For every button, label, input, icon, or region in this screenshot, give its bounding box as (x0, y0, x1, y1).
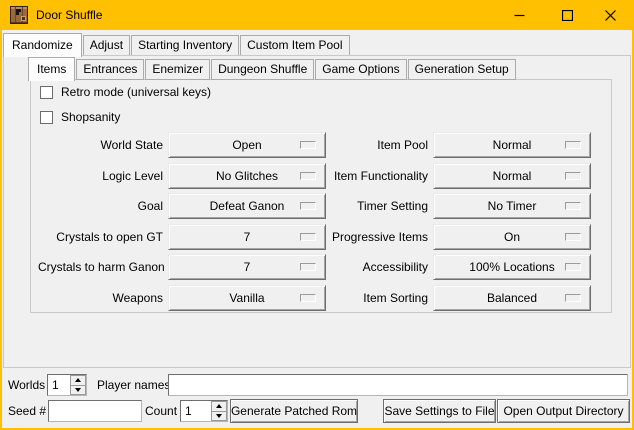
goal-value: Defeat Ganon (210, 199, 285, 213)
timer-setting-label: Timer Setting (302, 199, 428, 213)
retro-mode-row: Retro mode (universal keys) (40, 85, 211, 99)
dropdown-indicator-icon (565, 141, 581, 149)
timer-setting-dropdown[interactable]: No Timer (433, 193, 591, 219)
count-label: Count (145, 400, 177, 422)
door-icon (10, 6, 28, 24)
dropdown-indicator-icon (565, 294, 581, 302)
tab-generation-setup[interactable]: Generation Setup (408, 59, 516, 80)
sub-tab-bar: Items Entrances Enemizer Dungeon Shuffle… (28, 57, 517, 80)
shopsanity-checkbox[interactable] (40, 111, 53, 124)
tab-dungeon-shuffle[interactable]: Dungeon Shuffle (211, 59, 314, 80)
dropdown-indicator-icon (565, 263, 581, 271)
tab-entrances[interactable]: Entrances (76, 59, 144, 80)
item-functionality-value: Normal (493, 169, 532, 183)
seed-label: Seed # (8, 400, 46, 422)
item-functionality-label: Item Functionality (302, 169, 428, 183)
count-spin-arrows (211, 401, 227, 421)
seed-input[interactable] (48, 400, 142, 422)
spin-up-icon[interactable] (211, 401, 227, 412)
tab-starting-inventory[interactable]: Starting Inventory (131, 35, 239, 56)
close-button[interactable] (592, 0, 628, 30)
progressive-items-value: On (504, 230, 520, 244)
accessibility-value: 100% Locations (469, 260, 554, 274)
shopsanity-row: Shopsanity (40, 110, 120, 124)
main-tab-bar: Randomize Adjust Starting Inventory Cust… (3, 31, 351, 56)
player-names-label: Player names (97, 374, 170, 396)
minimize-button[interactable] (501, 0, 537, 30)
item-pool-value: Normal (493, 138, 532, 152)
goal-label: Goal (38, 199, 163, 213)
retro-mode-checkbox[interactable] (40, 86, 53, 99)
logic-level-value: No Glitches (216, 169, 278, 183)
worlds-spin-arrows (70, 375, 86, 395)
crystals-gt-value: 7 (244, 230, 251, 244)
world-state-value: Open (232, 138, 261, 152)
tab-randomize[interactable]: Randomize (3, 33, 82, 57)
window-title: Door Shuffle (36, 8, 103, 22)
save-settings-button[interactable]: Save Settings to File (383, 399, 496, 423)
close-icon (605, 10, 616, 21)
item-sorting-label: Item Sorting (302, 291, 428, 305)
worlds-spinbox[interactable]: 1 (47, 374, 87, 396)
item-pool-dropdown[interactable]: Normal (433, 132, 591, 158)
worlds-value: 1 (48, 375, 70, 395)
generate-patched-rom-button[interactable]: Generate Patched Rom (230, 399, 358, 423)
progressive-items-dropdown[interactable]: On (433, 224, 591, 250)
count-spinbox[interactable]: 1 (180, 400, 228, 422)
minimize-icon (514, 10, 525, 21)
crystals-ganon-label: Crystals to harm Ganon (38, 260, 163, 274)
tab-enemizer[interactable]: Enemizer (145, 59, 210, 80)
retro-mode-label: Retro mode (universal keys) (61, 85, 211, 99)
dropdown-indicator-icon (565, 233, 581, 241)
accessibility-dropdown[interactable]: 100% Locations (433, 254, 591, 280)
count-value: 1 (181, 401, 211, 421)
maximize-button[interactable] (549, 0, 585, 30)
maximize-icon (562, 10, 573, 21)
app-window: Door Shuffle Randomize Adjust Starting I… (0, 0, 634, 430)
spin-down-icon[interactable] (211, 412, 227, 422)
tab-custom-item-pool[interactable]: Custom Item Pool (240, 35, 349, 56)
accessibility-label: Accessibility (302, 260, 428, 274)
dropdown-indicator-icon (565, 202, 581, 210)
open-output-directory-button[interactable]: Open Output Directory (497, 399, 630, 423)
titlebar[interactable]: Door Shuffle (0, 0, 634, 30)
tab-adjust[interactable]: Adjust (83, 35, 130, 56)
weapons-value: Vanilla (229, 291, 264, 305)
item-pool-label: Item Pool (302, 138, 428, 152)
timer-setting-value: No Timer (488, 199, 537, 213)
progressive-items-label: Progressive Items (302, 230, 428, 244)
shopsanity-label: Shopsanity (61, 110, 120, 124)
window-body: Randomize Adjust Starting Inventory Cust… (2, 30, 632, 428)
logic-level-label: Logic Level (38, 169, 163, 183)
item-functionality-dropdown[interactable]: Normal (433, 163, 591, 189)
item-sorting-value: Balanced (487, 291, 537, 305)
right-form: Item Pool Normal Item Functionality Norm… (302, 130, 591, 313)
crystals-gt-label: Crystals to open GT (38, 230, 163, 244)
spin-down-icon[interactable] (70, 386, 86, 396)
spin-up-icon[interactable] (70, 375, 86, 386)
weapons-label: Weapons (38, 291, 163, 305)
crystals-ganon-value: 7 (244, 260, 251, 274)
tab-game-options[interactable]: Game Options (315, 59, 406, 80)
player-names-input[interactable] (168, 374, 628, 396)
item-sorting-dropdown[interactable]: Balanced (433, 285, 591, 311)
left-form: World State Open Logic Level No Glitches… (38, 130, 326, 313)
world-state-label: World State (38, 138, 163, 152)
tab-items[interactable]: Items (28, 57, 75, 81)
dropdown-indicator-icon (565, 172, 581, 180)
worlds-label: Worlds (8, 374, 45, 396)
